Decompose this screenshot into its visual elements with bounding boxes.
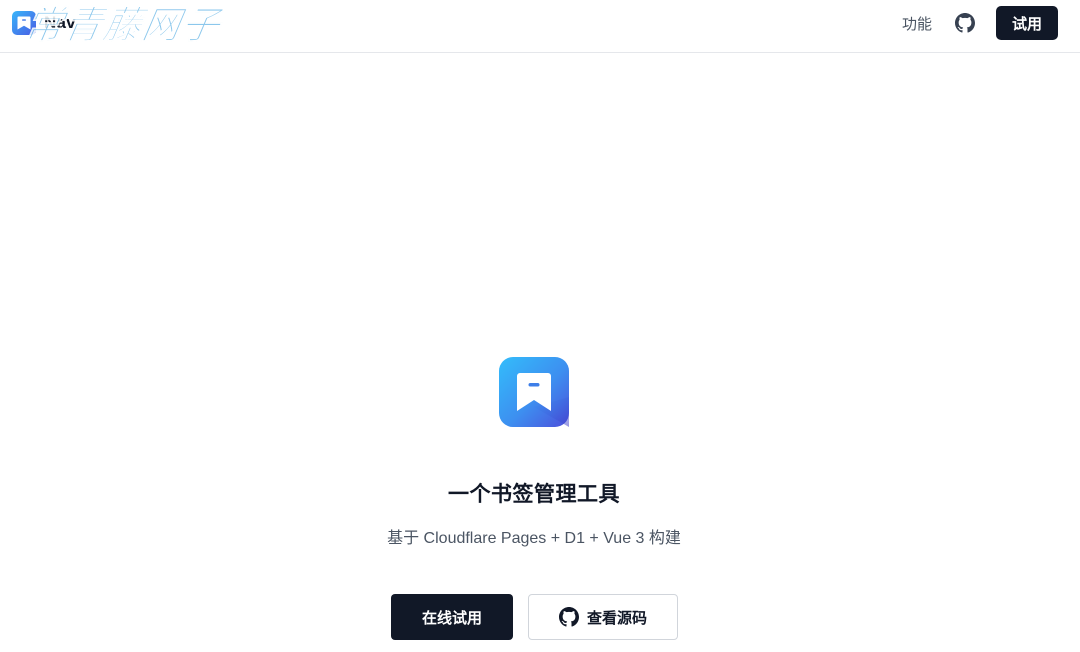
nav-actions: 功能 试用 xyxy=(902,6,1058,40)
brand-link[interactable]: Nav xyxy=(12,11,76,35)
cta-row: 在线试用 查看源码 xyxy=(391,594,678,640)
try-online-button[interactable]: 在线试用 xyxy=(391,594,513,640)
hero-subtitle: 基于 Cloudflare Pages + D1 + Vue 3 构建 xyxy=(387,530,681,547)
view-source-label: 查看源码 xyxy=(586,609,647,627)
github-icon[interactable] xyxy=(954,12,976,34)
hero-title: 一个书签管理工具 xyxy=(448,483,620,506)
nav-try-button[interactable]: 试用 xyxy=(995,6,1058,40)
nav-link-features[interactable]: 功能 xyxy=(902,13,932,34)
view-source-button[interactable]: 查看源码 xyxy=(528,594,678,640)
bookmark-app-icon xyxy=(499,357,569,427)
github-icon xyxy=(558,607,579,627)
page: Nav 常青藤网子 功能 试用 一个书签管理工具 基于 Cloudflare P… xyxy=(0,0,1080,652)
brand-logo-icon xyxy=(12,11,36,35)
top-navbar: Nav 常青藤网子 功能 试用 xyxy=(0,0,1080,53)
brand-name: Nav xyxy=(44,13,76,32)
